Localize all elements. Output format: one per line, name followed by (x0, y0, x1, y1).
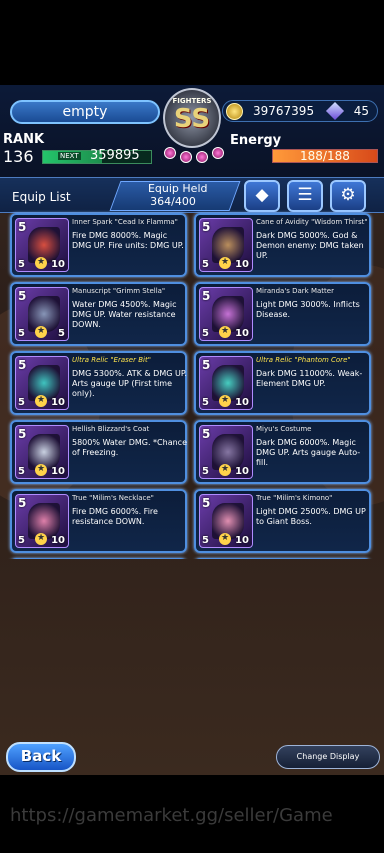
equip-thumbnail: 5 5 ★ 10 (199, 356, 253, 410)
equip-count: 10 (51, 535, 65, 546)
star-badge-icon: ★ (35, 464, 47, 476)
equip-description: DMG 5300%. ATK & DMG UP. Arts gauge UP (… (72, 369, 187, 398)
back-button[interactable]: Back (6, 742, 76, 772)
equip-description: Light DMG 3000%. Inflicts Disease. (256, 300, 360, 319)
equip-level: 5 (202, 535, 209, 546)
equip-thumbnail: 5 5 ★ 10 (199, 425, 253, 479)
rarity-stars: 5 (202, 496, 211, 510)
equip-level: 5 (18, 535, 25, 546)
game-screen: empty FIGHTERS SS 39767395 45 RANK 136 N… (0, 85, 384, 775)
rarity-stars: 5 (18, 220, 27, 234)
equip-level: 5 (202, 328, 209, 339)
equip-thumbnail: 5 5 ★ 10 (15, 425, 69, 479)
equip-card[interactable]: 5 5 ★ 10 Inner Spark "Cead Ix Flamma" Fire DM… (10, 213, 187, 277)
equip-title: Manuscript "Grimm Stella" (72, 287, 166, 295)
equip-thumbnail: 5 5 ★ 10 (15, 356, 69, 410)
equip-count: 10 (235, 328, 249, 339)
app-root: empty FIGHTERS SS 39767395 45 RANK 136 N… (0, 0, 384, 853)
equip-level: 5 (202, 259, 209, 270)
star-badge-icon: ★ (35, 395, 47, 407)
rarity-stars: 5 (18, 427, 27, 441)
equip-description: 5800% Water DMG. *Chance of Freezing. (72, 438, 187, 457)
rarity-stars: 5 (202, 358, 211, 372)
change-display-button[interactable]: Change Display (276, 745, 380, 769)
equip-thumbnail: 5 5 ★ 10 (199, 287, 253, 341)
equip-title: True "Milim's Kimono" (256, 494, 333, 502)
equip-level: 5 (202, 397, 209, 408)
rarity-stars: 5 (18, 289, 27, 303)
equip-card[interactable]: 55★10Keepsake BraceletWater DMG 5000%. A… (194, 558, 371, 559)
equip-card[interactable]: 5 5 ★ 10 True "Milim's Kimono" Light DMG 2500… (194, 489, 371, 553)
coin-icon (226, 103, 243, 120)
equip-title: Ultra Relic "Phantom Core" (256, 356, 351, 364)
equip-title: Hellish Blizzard's Coat (72, 425, 150, 433)
equip-card[interactable]: 5 5 ★ 10 True "Milim's Necklace" Fire DMG 600… (10, 489, 187, 553)
equip-description: Dark DMG 6000%. Magic DMG UP. Arts gauge… (256, 438, 361, 467)
crystal-count: 45 (353, 104, 369, 118)
equip-count: 10 (235, 397, 249, 408)
equip-description: Fire DMG 6000%. Fire resistance DOWN. (72, 507, 158, 526)
equip-card[interactable]: 5 5 ★ 10 Hellish Blizzard's Coat 5800% Water … (10, 420, 187, 484)
rarity-stars: 5 (202, 220, 211, 234)
equip-count: 10 (235, 535, 249, 546)
star-badge-icon: ★ (219, 257, 231, 269)
rarity-stars: 5 (202, 427, 211, 441)
equip-title: Miyu's Costume (256, 425, 312, 433)
equip-description: Water DMG 4500%. Magic DMG UP. Water res… (72, 300, 177, 329)
equip-title: Inner Spark "Cead Ix Flamma" (72, 218, 178, 226)
star-badge-icon: ★ (35, 257, 47, 269)
equip-count: 10 (235, 259, 249, 270)
equip-count: 10 (235, 466, 249, 477)
equip-description: Light DMG 2500%. DMG UP to Giant Boss. (256, 507, 366, 526)
equip-card[interactable]: 5 5 ★ 10 Miranda's Dark Matter Light DMG 3000… (194, 282, 371, 346)
equip-count: 10 (51, 259, 65, 270)
star-badge-icon: ★ (219, 464, 231, 476)
equip-description: Dark DMG 11000%. Weak-Element DMG UP. (256, 369, 363, 388)
equip-description: Fire DMG 8000%. Magic DMG UP. Fire units… (72, 231, 184, 250)
equip-title: Miranda's Dark Matter (256, 287, 334, 295)
equip-card-grid: 5 5 ★ 10 Inner Spark "Cead Ix Flamma" Fire DM… (0, 119, 384, 559)
rarity-stars: 5 (202, 289, 211, 303)
star-badge-icon: ★ (219, 533, 231, 545)
star-badge-icon: ★ (35, 533, 47, 545)
equip-level: 5 (18, 397, 25, 408)
equip-card[interactable]: 5 5 ★ 10 Cane of Avidity "Wisdom Thirst" Dark… (194, 213, 371, 277)
equip-card[interactable]: 5 5 ★ 10 Ultra Relic "Eraser Bit" DMG 5300%. … (10, 351, 187, 415)
equip-title: Cane of Avidity "Wisdom Thirst" (256, 218, 368, 226)
equip-count: 10 (51, 466, 65, 477)
equip-card[interactable]: 5 5 ★ 5 Manuscript "Grimm Stella" Water DMG 4… (10, 282, 187, 346)
equip-level: 5 (18, 328, 25, 339)
equip-title: True "Milim's Necklace" (72, 494, 154, 502)
equip-thumbnail: 5 5 ★ 5 (15, 287, 69, 341)
equip-thumbnail: 5 5 ★ 10 (199, 494, 253, 548)
equip-thumbnail: 5 5 ★ 10 (15, 494, 69, 548)
star-badge-icon: ★ (219, 326, 231, 338)
equip-title: Ultra Relic "Eraser Bit" (72, 356, 151, 364)
equip-count: 10 (51, 397, 65, 408)
equip-thumbnail: 5 5 ★ 10 (15, 218, 69, 272)
rarity-stars: 5 (18, 358, 27, 372)
coin-count: 39767395 (253, 104, 315, 118)
equip-card[interactable]: 55★10Milim's ArmorFire DMG 5000%. Fire r… (10, 558, 187, 559)
equip-level: 5 (18, 466, 25, 477)
star-badge-icon: ★ (219, 395, 231, 407)
equip-count: 5 (58, 328, 65, 339)
equip-card[interactable]: 5 5 ★ 10 Miyu's Costume Dark DMG 6000%. Magic… (194, 420, 371, 484)
equip-level: 5 (18, 259, 25, 270)
star-badge-icon: ★ (35, 326, 47, 338)
watermark-text: https://gamemarket.gg/seller/Game (10, 805, 333, 826)
equip-thumbnail: 5 5 ★ 10 (199, 218, 253, 272)
equip-level: 5 (202, 466, 209, 477)
crystal-icon (325, 101, 345, 121)
equip-description: Dark DMG 5000%. God & Demon enemy: DMG t… (256, 231, 364, 260)
equip-card[interactable]: 5 5 ★ 10 Ultra Relic "Phantom Core" Dark DMG … (194, 351, 371, 415)
rarity-stars: 5 (18, 496, 27, 510)
